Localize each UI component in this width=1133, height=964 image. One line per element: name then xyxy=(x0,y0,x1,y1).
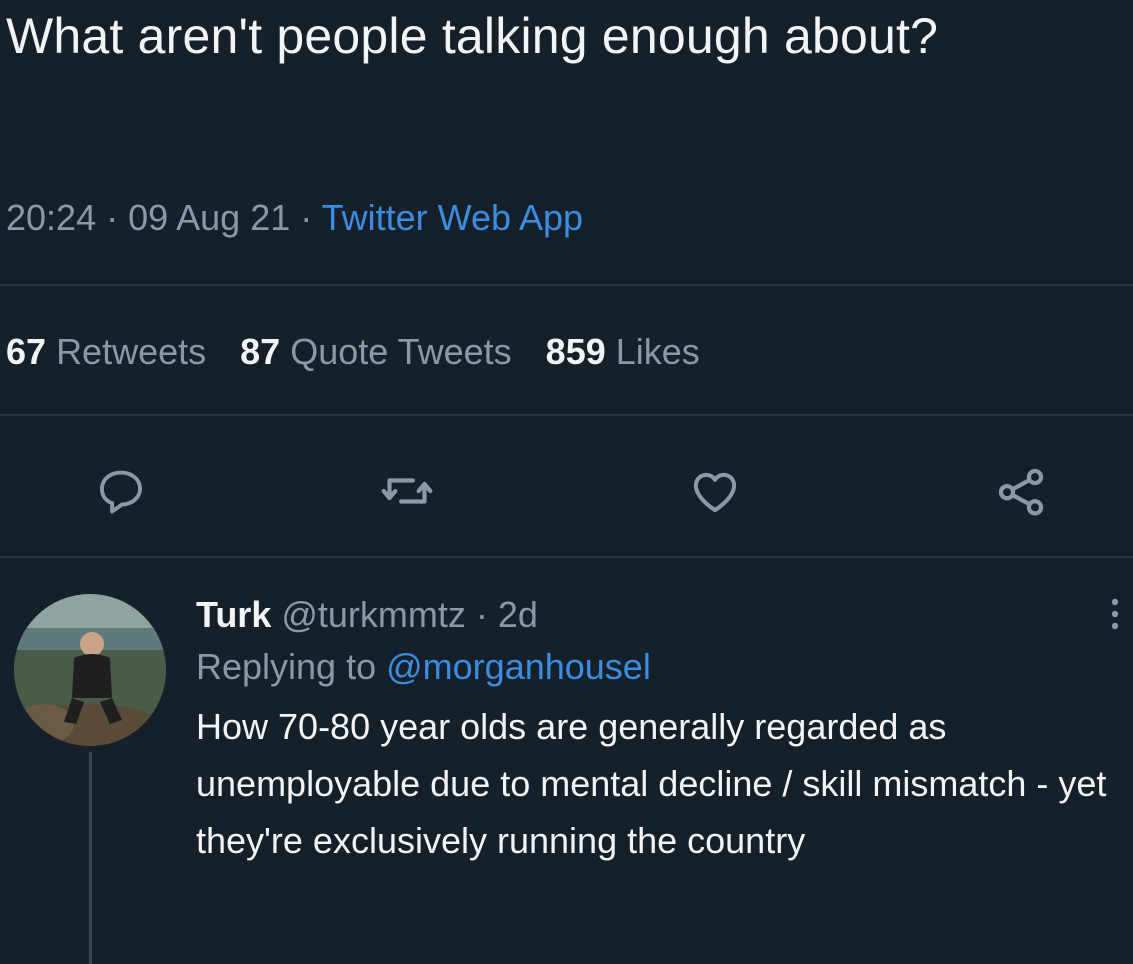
divider xyxy=(0,556,1133,558)
tweet-source-link[interactable]: Twitter Web App xyxy=(322,197,583,238)
retweets-count: 67 xyxy=(6,331,47,372)
replying-prefix: Replying to xyxy=(196,646,377,687)
reply-icon[interactable] xyxy=(88,458,154,524)
tweet-text: What aren't people talking enough about? xyxy=(6,8,939,64)
retweets-label: Retweets xyxy=(56,331,207,372)
avatar[interactable] xyxy=(14,594,166,746)
more-options-icon[interactable] xyxy=(1105,594,1125,634)
tweet-time: 20:24 xyxy=(6,197,97,238)
likes-stat[interactable]: 859 Likes xyxy=(546,331,700,372)
divider xyxy=(0,284,1133,286)
meta-separator: · xyxy=(290,197,322,238)
reply-text: How 70-80 year olds are generally regard… xyxy=(196,706,1107,861)
retweet-icon[interactable] xyxy=(374,458,440,524)
tweet-meta: 20:24 · 09 Aug 21 · Twitter Web App xyxy=(6,196,583,240)
quote-tweets-count: 87 xyxy=(240,331,281,372)
reply-author-name[interactable]: Turk xyxy=(196,594,271,635)
likes-label: Likes xyxy=(615,331,700,372)
divider xyxy=(0,414,1133,416)
thread-line xyxy=(89,752,92,964)
tweet-date: 09 Aug 21 xyxy=(128,197,291,238)
reply-header: Turk @turkmmtz · 2d xyxy=(196,590,1121,640)
meta-separator: · xyxy=(96,197,129,238)
retweets-stat[interactable]: 67 Retweets xyxy=(6,331,206,372)
replying-mention-link[interactable]: @morganhousel xyxy=(386,646,651,687)
tweet-stats: 67 Retweets 87 Quote Tweets 859 Likes xyxy=(6,330,734,374)
reply-age: 2d xyxy=(497,594,538,635)
meta-separator: · xyxy=(465,594,498,635)
tweet-actions xyxy=(0,458,1133,528)
like-icon[interactable] xyxy=(682,458,748,524)
reply-tweet[interactable]: Turk @turkmmtz · 2d Replying to @morganh… xyxy=(196,590,1121,869)
quote-tweets-stat[interactable]: 87 Quote Tweets xyxy=(240,331,512,372)
quote-tweets-label: Quote Tweets xyxy=(290,331,512,372)
share-icon[interactable] xyxy=(988,458,1054,524)
replying-to: Replying to @morganhousel xyxy=(196,640,1121,694)
reply-author-handle[interactable]: @turkmmtz xyxy=(281,594,466,635)
likes-count: 859 xyxy=(545,331,606,372)
